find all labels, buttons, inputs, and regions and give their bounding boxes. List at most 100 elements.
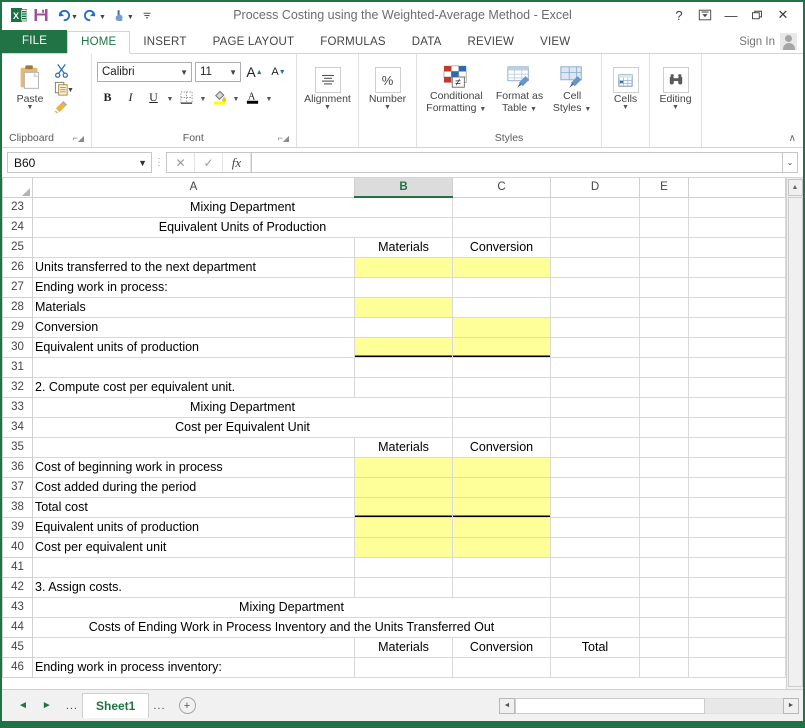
worksheet-cell-A37[interactable]: Cost added during the period: [33, 477, 355, 497]
worksheet-cell-A23[interactable]: Mixing Department: [33, 197, 453, 217]
tab-data[interactable]: DATA: [399, 32, 455, 53]
worksheet-cell-C24[interactable]: [453, 217, 551, 237]
worksheet-cell-F44[interactable]: [689, 617, 786, 637]
tab-page-layout[interactable]: PAGE LAYOUT: [200, 32, 308, 53]
worksheet-cell-A29[interactable]: Conversion: [33, 317, 355, 337]
worksheet-cell-F30[interactable]: [689, 337, 786, 357]
worksheet-cell-F25[interactable]: [689, 237, 786, 257]
row-header-27[interactable]: 27: [3, 277, 33, 297]
worksheet-cell-C31[interactable]: [453, 357, 551, 377]
worksheet-cell-C37[interactable]: [453, 477, 551, 497]
worksheet-cell-B45[interactable]: Materials: [355, 637, 453, 657]
worksheet-cell-A34[interactable]: Cost per Equivalent Unit: [33, 417, 453, 437]
touch-mode-dropdown-caret[interactable]: ▼: [127, 10, 134, 21]
worksheet-cell-D39[interactable]: [551, 517, 640, 537]
number-dropdown-caret[interactable]: ▼: [384, 105, 391, 111]
worksheet-cell-A40[interactable]: Cost per equivalent unit: [33, 537, 355, 557]
collapse-ribbon-icon[interactable]: ∧: [789, 133, 796, 144]
italic-button[interactable]: I: [120, 87, 141, 107]
column-header-e[interactable]: E: [640, 178, 689, 197]
row-header-30[interactable]: 30: [3, 337, 33, 357]
worksheet-cell-F26[interactable]: [689, 257, 786, 277]
worksheet-cell-D23[interactable]: [551, 197, 640, 217]
worksheet-cell-B30[interactable]: [355, 337, 453, 357]
worksheet-cell-D24[interactable]: [551, 217, 640, 237]
sheet-tabs-overflow-right[interactable]: ...: [149, 700, 169, 712]
worksheet-cell-D31[interactable]: [551, 357, 640, 377]
row-header-42[interactable]: 42: [3, 577, 33, 597]
worksheet-cell-F41[interactable]: [689, 557, 786, 577]
worksheet-cell-D30[interactable]: [551, 337, 640, 357]
font-size-caret[interactable]: ▼: [229, 68, 237, 77]
worksheet-cell-B27[interactable]: [355, 277, 453, 297]
worksheet-cell-E35[interactable]: [640, 437, 689, 457]
worksheet-cell-C39[interactable]: [453, 517, 551, 537]
row-header-36[interactable]: 36: [3, 457, 33, 477]
help-button[interactable]: ?: [666, 4, 692, 26]
worksheet-cell-E41[interactable]: [640, 557, 689, 577]
worksheet-cell-D46[interactable]: [551, 657, 640, 677]
tab-file[interactable]: FILE: [2, 30, 67, 53]
grow-font-icon[interactable]: A▲: [244, 62, 265, 82]
row-header-45[interactable]: 45: [3, 637, 33, 657]
worksheet-cell-F34[interactable]: [689, 417, 786, 437]
worksheet-cell-D41[interactable]: [551, 557, 640, 577]
worksheet-cell-D42[interactable]: [551, 577, 640, 597]
worksheet-cell-F33[interactable]: [689, 397, 786, 417]
worksheet-cell-D43[interactable]: [551, 597, 640, 617]
insert-function-icon[interactable]: fx: [223, 153, 251, 172]
worksheet-cell-F23[interactable]: [689, 197, 786, 217]
cell-styles-button[interactable]: Cell Styles ▼: [550, 60, 595, 114]
worksheet-cell-E28[interactable]: [640, 297, 689, 317]
borders-caret[interactable]: ▼: [199, 87, 207, 107]
worksheet-cell-E38[interactable]: [640, 497, 689, 517]
confirm-edit-icon[interactable]: ✓: [195, 153, 223, 172]
previous-sheet-icon[interactable]: ◄: [18, 700, 28, 711]
worksheet-cell-C40[interactable]: [453, 537, 551, 557]
worksheet-cell-D27[interactable]: [551, 277, 640, 297]
worksheet-cell-F24[interactable]: [689, 217, 786, 237]
worksheet-cell-E25[interactable]: [640, 237, 689, 257]
worksheet-cell-D28[interactable]: [551, 297, 640, 317]
row-header-29[interactable]: 29: [3, 317, 33, 337]
worksheet-cell-D40[interactable]: [551, 537, 640, 557]
worksheet-cell-F45[interactable]: [689, 637, 786, 657]
paste-dropdown-caret[interactable]: ▼: [27, 105, 34, 111]
worksheet-cell-F35[interactable]: [689, 437, 786, 457]
worksheet-cell-E29[interactable]: [640, 317, 689, 337]
worksheet-cell-B36[interactable]: [355, 457, 453, 477]
fill-color-icon[interactable]: [209, 87, 230, 107]
worksheet-cell-E30[interactable]: [640, 337, 689, 357]
worksheet-cell-F43[interactable]: [689, 597, 786, 617]
column-header-c[interactable]: C: [453, 178, 551, 197]
tab-view[interactable]: VIEW: [527, 32, 583, 53]
row-header-26[interactable]: 26: [3, 257, 33, 277]
worksheet-cell-A31[interactable]: [33, 357, 355, 377]
sheet-tabs-overflow-left[interactable]: ...: [62, 700, 82, 712]
worksheet-cell-C42[interactable]: [453, 577, 551, 597]
sign-in-area[interactable]: Sign In: [739, 33, 803, 53]
format-as-table-button[interactable]: Format as Table ▼: [492, 60, 547, 114]
worksheet-cell-D44[interactable]: [551, 617, 640, 637]
font-color-caret[interactable]: ▼: [265, 87, 273, 107]
worksheet-cell-F27[interactable]: [689, 277, 786, 297]
worksheet-cell-E46[interactable]: [640, 657, 689, 677]
scroll-up-arrow-icon[interactable]: ▲: [788, 179, 803, 196]
worksheet-cell-F38[interactable]: [689, 497, 786, 517]
sign-in-label[interactable]: Sign In: [739, 36, 775, 48]
row-header-43[interactable]: 43: [3, 597, 33, 617]
worksheet-cell-B32[interactable]: [355, 377, 453, 397]
horizontal-scrollbar[interactable]: ◄ ►: [499, 698, 799, 714]
worksheet-cell-F31[interactable]: [689, 357, 786, 377]
row-header-39[interactable]: 39: [3, 517, 33, 537]
worksheet-cell-B31[interactable]: [355, 357, 453, 377]
worksheet-cell-F29[interactable]: [689, 317, 786, 337]
worksheet-cell-A43[interactable]: Mixing Department: [33, 597, 551, 617]
paste-button[interactable]: Paste ▼: [7, 59, 53, 111]
worksheet-cell-E23[interactable]: [640, 197, 689, 217]
worksheet-cell-D25[interactable]: [551, 237, 640, 257]
row-header-23[interactable]: 23: [3, 197, 33, 217]
worksheet-cell-B28[interactable]: [355, 297, 453, 317]
worksheet-cell-D38[interactable]: [551, 497, 640, 517]
expand-formula-bar-icon[interactable]: ⌄: [783, 152, 798, 173]
